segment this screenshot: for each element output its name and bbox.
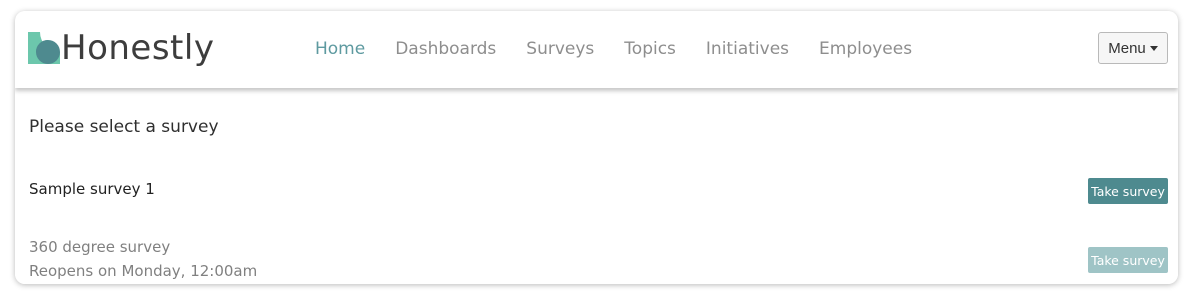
take-survey-button[interactable]: Take survey	[1088, 178, 1168, 204]
caret-down-icon	[1149, 45, 1158, 51]
menu-button[interactable]: Menu	[1098, 32, 1168, 64]
brand-name: Honestly	[61, 28, 215, 68]
app-card: Honestly Home Dashboards Surveys Topics …	[15, 11, 1178, 284]
take-survey-button-disabled: Take survey	[1088, 247, 1168, 273]
survey-reopen-note: Reopens on Monday, 12:00am	[29, 262, 258, 280]
survey-item: Sample survey 1	[29, 177, 155, 201]
top-navbar: Honestly Home Dashboards Surveys Topics …	[15, 11, 1178, 88]
survey-name: Sample survey 1	[29, 180, 155, 198]
menu-button-label: Menu	[1108, 39, 1146, 57]
brand-logo[interactable]: Honestly	[28, 28, 214, 68]
nav-employees[interactable]: Employees	[819, 37, 912, 61]
nav-initiatives[interactable]: Initiatives	[706, 37, 789, 61]
survey-item: 360 degree survey Reopens on Monday, 12:…	[29, 235, 257, 283]
nav-dashboards[interactable]: Dashboards	[395, 37, 496, 61]
survey-name: 360 degree survey	[29, 238, 171, 256]
nav-topics[interactable]: Topics	[624, 37, 676, 61]
main-nav: Home Dashboards Surveys Topics Initiativ…	[315, 37, 942, 61]
page-title: Please select a survey	[29, 117, 219, 137]
nav-home[interactable]: Home	[315, 37, 365, 61]
honestly-logo-icon	[28, 32, 60, 64]
nav-surveys[interactable]: Surveys	[526, 37, 594, 61]
survey-list-panel: Please select a survey Sample survey 1 T…	[15, 97, 1178, 284]
